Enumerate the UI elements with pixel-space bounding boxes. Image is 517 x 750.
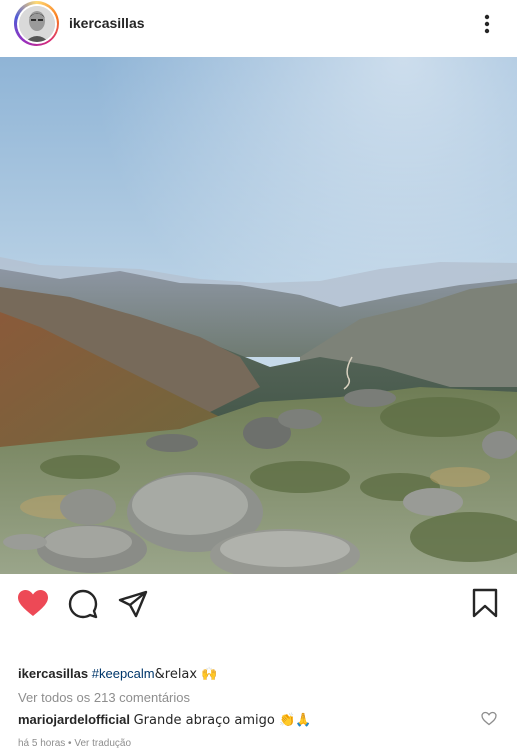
bookmark-icon[interactable]: [472, 588, 498, 623]
comment-text: Grande abraço amigo 👏🙏: [133, 713, 312, 728]
post-timestamp: há 5 horas: [18, 738, 66, 749]
post-meta: há 5 horas • Ver tradução: [18, 738, 131, 749]
share-icon[interactable]: [118, 590, 148, 623]
caption-text: &relax 🙌: [154, 667, 218, 682]
post-username[interactable]: ikercasillas: [69, 15, 145, 31]
story-ring[interactable]: [14, 1, 59, 46]
comment-username[interactable]: mariojardelofficial: [18, 712, 130, 727]
more-vertical-icon[interactable]: [478, 12, 496, 36]
hashtag-link[interactable]: #keepcalm: [92, 666, 155, 681]
heart-icon[interactable]: [17, 589, 49, 622]
comment-icon[interactable]: [68, 589, 98, 624]
post-caption: ikercasillas #keepcalm&relax 🙌: [18, 666, 217, 682]
view-all-comments-link[interactable]: Ver todos os 213 comentários: [18, 690, 190, 705]
top-comment: mariojardelofficial Grande abraço amigo …: [18, 712, 311, 728]
avatar-image: [18, 5, 55, 42]
caption-username[interactable]: ikercasillas: [18, 666, 88, 681]
comment-like-heart-icon[interactable]: [481, 711, 497, 726]
post-photo[interactable]: [0, 57, 517, 581]
avatar[interactable]: [18, 5, 55, 42]
mountain-landscape-image: [0, 57, 517, 581]
meta-separator: •: [68, 738, 72, 749]
action-bar: [0, 574, 517, 634]
post-header: ikercasillas: [0, 0, 517, 56]
see-translation-link[interactable]: Ver tradução: [74, 738, 131, 749]
